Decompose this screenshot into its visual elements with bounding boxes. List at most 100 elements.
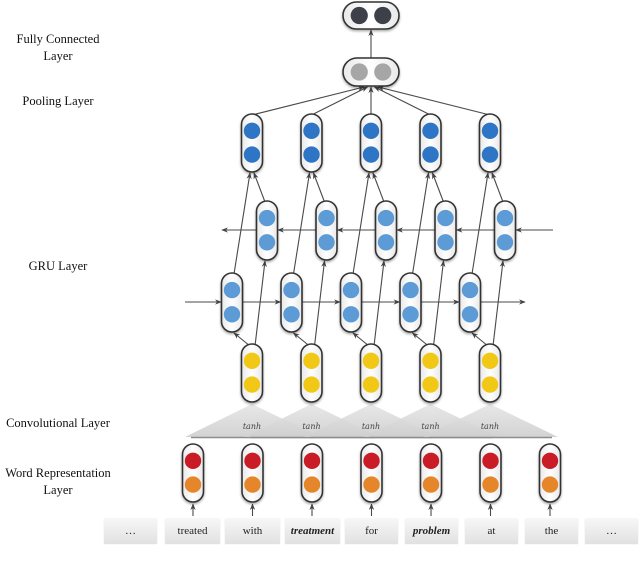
neuron xyxy=(303,452,321,470)
unit-capsule xyxy=(255,200,279,261)
gru-forward-unit xyxy=(220,272,244,333)
neuron xyxy=(363,452,380,470)
gru-forward-to-pool-arrow xyxy=(352,172,371,275)
word-text: for xyxy=(365,524,378,537)
neuron xyxy=(303,476,321,493)
word-representation-unit xyxy=(360,443,383,503)
gru-forward-to-pool-arrow xyxy=(411,172,431,275)
tanh-label: tanh xyxy=(302,422,320,431)
tanh-label: tanh xyxy=(243,422,261,431)
unit-capsule xyxy=(434,200,457,261)
tanh-label: tanh xyxy=(421,422,439,431)
neuron xyxy=(422,376,439,393)
neuron xyxy=(482,452,499,470)
neuron xyxy=(244,476,261,493)
word-token: at xyxy=(465,518,518,543)
neuron xyxy=(437,234,454,251)
neuron xyxy=(303,352,320,370)
neuron xyxy=(402,306,419,323)
neuron xyxy=(223,306,241,323)
gru-backward-unit xyxy=(434,200,457,261)
gru-backward-to-pool-arrow xyxy=(312,172,326,203)
word-token: with xyxy=(225,518,280,543)
word-token-entity: treatment xyxy=(285,518,340,543)
gru-forward-to-pool-arrow xyxy=(471,172,490,275)
pool-to-merge-arrow xyxy=(251,85,365,116)
neuron xyxy=(243,146,261,163)
convolution-unit xyxy=(300,343,323,403)
pool-to-merge-arrow xyxy=(377,85,491,116)
word-token: … xyxy=(104,518,157,543)
gru-forward-unit xyxy=(339,272,363,333)
neuron xyxy=(283,281,300,299)
label-convolutional-layer: Convolutional Layer xyxy=(6,416,110,430)
word-token: … xyxy=(585,518,638,543)
tanh-label: tanh xyxy=(362,422,380,431)
conv-to-gru-backward-arrow xyxy=(432,260,446,347)
tanh-label: tanh xyxy=(481,422,499,431)
gru-backward-to-pool-arrow xyxy=(431,172,445,203)
neuron xyxy=(342,281,360,299)
neuron xyxy=(374,63,392,81)
word-text: … xyxy=(606,524,617,537)
neuron xyxy=(422,476,440,493)
neuron xyxy=(258,234,276,251)
word-token: treated xyxy=(165,518,220,543)
word-text: the xyxy=(544,524,559,537)
neuron xyxy=(481,352,499,370)
unit-capsule xyxy=(493,200,517,261)
word-representation-unit xyxy=(181,443,205,503)
word-representation-unit xyxy=(479,443,502,503)
gru-forward-to-pool-arrow xyxy=(292,172,312,275)
neuron xyxy=(342,306,360,323)
convolution-unit xyxy=(478,343,502,403)
pooling-unit xyxy=(300,113,323,173)
neuron xyxy=(244,452,261,470)
conv-to-gru-backward-arrow xyxy=(373,260,386,347)
word-representation-unit xyxy=(300,443,324,503)
neuron xyxy=(377,209,395,227)
neuron xyxy=(481,146,499,163)
conv-to-gru-forward-arrow xyxy=(352,332,370,347)
label-word-repr-line2: Layer xyxy=(43,483,73,497)
unit-capsule xyxy=(458,272,482,333)
convolution-unit xyxy=(359,343,383,403)
gru-backward-to-pool-arrow xyxy=(372,172,385,203)
label-gru-layer: GRU Layer xyxy=(28,259,88,273)
label-fully-connected-line1: Fully Connected xyxy=(16,32,100,46)
pooling-unit xyxy=(419,113,442,173)
conv-to-gru-forward-arrow xyxy=(471,332,489,347)
neuron xyxy=(362,352,380,370)
neuron xyxy=(541,452,559,470)
label-pooling-layer: Pooling Layer xyxy=(22,94,94,108)
neuron xyxy=(303,122,320,140)
conv-to-gru-forward-arrow xyxy=(233,332,251,347)
convolution-unit xyxy=(419,343,442,403)
word-token-entity: problem xyxy=(405,518,458,543)
fully-connected-output-unit xyxy=(342,1,400,30)
word-token: the xyxy=(525,518,578,543)
neuron xyxy=(303,146,320,163)
neuron xyxy=(362,376,380,393)
neuron xyxy=(350,6,368,25)
gru-backward-to-pool-arrow xyxy=(253,172,266,203)
neuron xyxy=(184,452,202,470)
neuron xyxy=(422,452,440,470)
word-text: treatment xyxy=(290,524,335,537)
convolution-unit xyxy=(240,343,264,403)
conv-to-gru-backward-arrow xyxy=(313,260,327,347)
neuron xyxy=(243,376,261,393)
neuron xyxy=(258,209,276,227)
neuron xyxy=(422,146,439,163)
neuron xyxy=(243,122,261,140)
pooling-unit xyxy=(478,113,502,173)
neuron xyxy=(350,63,368,81)
word-text: … xyxy=(125,524,136,537)
neuron xyxy=(481,122,499,140)
neuron xyxy=(243,352,261,370)
gru-forward-unit xyxy=(458,272,482,333)
neuron xyxy=(318,234,335,251)
neuron xyxy=(496,209,514,227)
neuron xyxy=(223,281,241,299)
neuron xyxy=(184,476,202,493)
